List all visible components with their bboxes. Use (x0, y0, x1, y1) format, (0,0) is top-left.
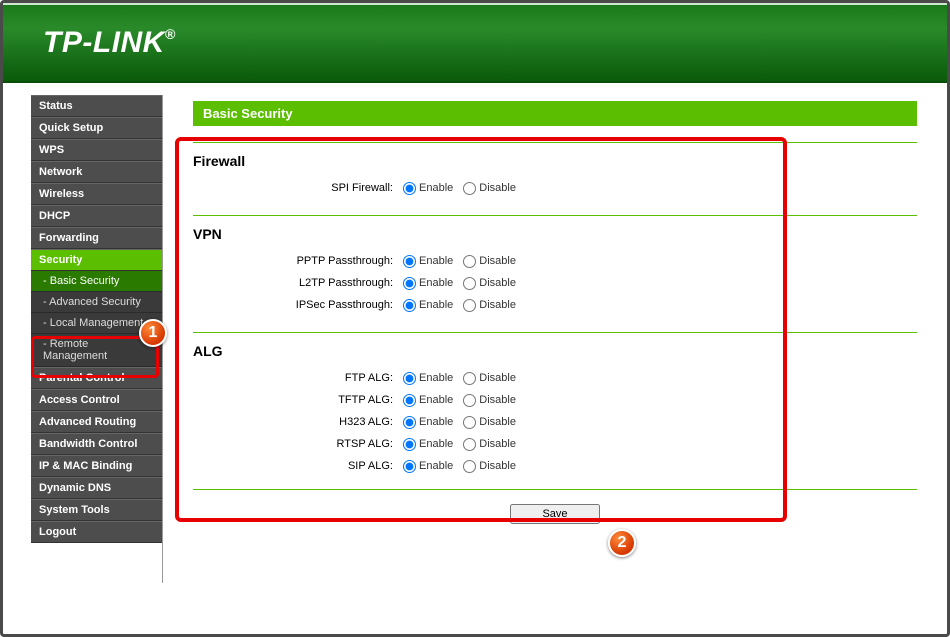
radio-input-ftp-enable[interactable] (403, 372, 416, 385)
label-pptp: PPTP Passthrough: (193, 255, 403, 267)
radio-input-h323-disable[interactable] (463, 416, 476, 429)
sidebar-sub-basic-security[interactable]: - Basic Security (31, 271, 162, 292)
sidebar-item-security[interactable]: Security (31, 249, 162, 271)
save-button[interactable]: Save (510, 504, 600, 524)
row-ftp-alg: FTP ALG: Enable Disable (193, 367, 917, 389)
brand-name: TP-LINK (43, 26, 165, 59)
radio-pptp-enable[interactable]: Enable (403, 255, 453, 268)
label-h323-alg: H323 ALG: (193, 416, 403, 428)
row-tftp-alg: TFTP ALG: Enable Disable (193, 389, 917, 411)
brand-reg: ® (165, 26, 176, 42)
label-tftp-alg: TFTP ALG: (193, 394, 403, 406)
sidebar-item-logout[interactable]: Logout (31, 521, 162, 543)
sidebar-sub-local-management[interactable]: - Local Management (31, 313, 162, 334)
sidebar-item-ip-mac-binding[interactable]: IP & MAC Binding (31, 455, 162, 477)
radio-rtsp-disable[interactable]: Disable (463, 438, 516, 451)
row-rtsp-alg: RTSP ALG: Enable Disable (193, 433, 917, 455)
radio-input-pptp-enable[interactable] (403, 255, 416, 268)
sidebar-item-access-control[interactable]: Access Control (31, 389, 162, 411)
content-row: Status Quick Setup WPS Network Wireless … (3, 83, 947, 634)
sidebar-item-system-tools[interactable]: System Tools (31, 499, 162, 521)
sidebar-sub-advanced-security[interactable]: - Advanced Security (31, 292, 162, 313)
sidebar-item-parental-control[interactable]: Parental Control (31, 367, 162, 389)
radio-input-h323-enable[interactable] (403, 416, 416, 429)
sidebar: Status Quick Setup WPS Network Wireless … (3, 83, 163, 634)
radio-rtsp-enable[interactable]: Enable (403, 438, 453, 451)
section-alg: ALG FTP ALG: Enable Disable TFTP ALG: En… (193, 332, 917, 477)
label-rtsp-alg: RTSP ALG: (193, 438, 403, 450)
radio-input-ipsec-disable[interactable] (463, 299, 476, 312)
radio-input-rtsp-disable[interactable] (463, 438, 476, 451)
radio-input-l2tp-disable[interactable] (463, 277, 476, 290)
radio-input-pptp-disable[interactable] (463, 255, 476, 268)
radio-ftp-disable[interactable]: Disable (463, 372, 516, 385)
radio-sip-enable[interactable]: Enable (403, 460, 453, 473)
sidebar-item-forwarding[interactable]: Forwarding (31, 227, 162, 249)
label-ipsec: IPSec Passthrough: (193, 299, 403, 311)
main-panel: Basic Security Firewall SPI Firewall: En… (163, 83, 947, 634)
radio-input-sip-enable[interactable] (403, 460, 416, 473)
radio-tftp-enable[interactable]: Enable (403, 394, 453, 407)
radio-ipsec-disable[interactable]: Disable (463, 299, 516, 312)
radio-spi-disable[interactable]: Disable (463, 182, 516, 195)
page-title: Basic Security (193, 101, 917, 126)
radio-pptp-disable[interactable]: Disable (463, 255, 516, 268)
row-l2tp: L2TP Passthrough: Enable Disable (193, 272, 917, 294)
radio-h323-disable[interactable]: Disable (463, 416, 516, 429)
radio-spi-enable[interactable]: Enable (403, 182, 453, 195)
sidebar-item-advanced-routing[interactable]: Advanced Routing (31, 411, 162, 433)
sidebar-item-dhcp[interactable]: DHCP (31, 205, 162, 227)
radio-l2tp-enable[interactable]: Enable (403, 277, 453, 290)
radio-h323-enable[interactable]: Enable (403, 416, 453, 429)
sidebar-inner: Status Quick Setup WPS Network Wireless … (31, 95, 163, 583)
label-spi-firewall: SPI Firewall: (193, 182, 403, 194)
radio-input-sip-disable[interactable] (463, 460, 476, 473)
sidebar-item-quick-setup[interactable]: Quick Setup (31, 117, 162, 139)
radio-input-spi-disable[interactable] (463, 182, 476, 195)
sidebar-item-wireless[interactable]: Wireless (31, 183, 162, 205)
section-firewall: Firewall SPI Firewall: Enable Disable (193, 142, 917, 199)
label-sip-alg: SIP ALG: (193, 460, 403, 472)
radio-input-tftp-disable[interactable] (463, 394, 476, 407)
row-sip-alg: SIP ALG: Enable Disable (193, 455, 917, 477)
radio-tftp-disable[interactable]: Disable (463, 394, 516, 407)
divider (193, 489, 917, 490)
sidebar-item-wps[interactable]: WPS (31, 139, 162, 161)
section-alg-title: ALG (193, 339, 917, 367)
radio-input-l2tp-enable[interactable] (403, 277, 416, 290)
radio-l2tp-disable[interactable]: Disable (463, 277, 516, 290)
row-ipsec: IPSec Passthrough: Enable Disable (193, 294, 917, 316)
radio-input-ftp-disable[interactable] (463, 372, 476, 385)
sidebar-item-bandwidth-control[interactable]: Bandwidth Control (31, 433, 162, 455)
label-ftp-alg: FTP ALG: (193, 372, 403, 384)
section-vpn: VPN PPTP Passthrough: Enable Disable L2T… (193, 215, 917, 316)
section-vpn-title: VPN (193, 222, 917, 250)
label-l2tp: L2TP Passthrough: (193, 277, 403, 289)
radio-ipsec-enable[interactable]: Enable (403, 299, 453, 312)
radio-input-tftp-enable[interactable] (403, 394, 416, 407)
radio-sip-disable[interactable]: Disable (463, 460, 516, 473)
row-h323-alg: H323 ALG: Enable Disable (193, 411, 917, 433)
save-row: Save (193, 504, 917, 524)
sidebar-sub-remote-management[interactable]: - Remote Management (31, 334, 162, 367)
row-pptp: PPTP Passthrough: Enable Disable (193, 250, 917, 272)
radio-input-spi-enable[interactable] (403, 182, 416, 195)
app-window: TP-LINK® Status Quick Setup WPS Network … (0, 0, 950, 637)
sidebar-item-network[interactable]: Network (31, 161, 162, 183)
header-banner: TP-LINK® (3, 3, 947, 83)
brand-logo: TP-LINK® (43, 26, 176, 60)
row-spi-firewall: SPI Firewall: Enable Disable (193, 177, 917, 199)
sidebar-item-dynamic-dns[interactable]: Dynamic DNS (31, 477, 162, 499)
sidebar-item-status[interactable]: Status (31, 95, 162, 117)
radio-input-rtsp-enable[interactable] (403, 438, 416, 451)
section-firewall-title: Firewall (193, 149, 917, 177)
radio-input-ipsec-enable[interactable] (403, 299, 416, 312)
radio-ftp-enable[interactable]: Enable (403, 372, 453, 385)
